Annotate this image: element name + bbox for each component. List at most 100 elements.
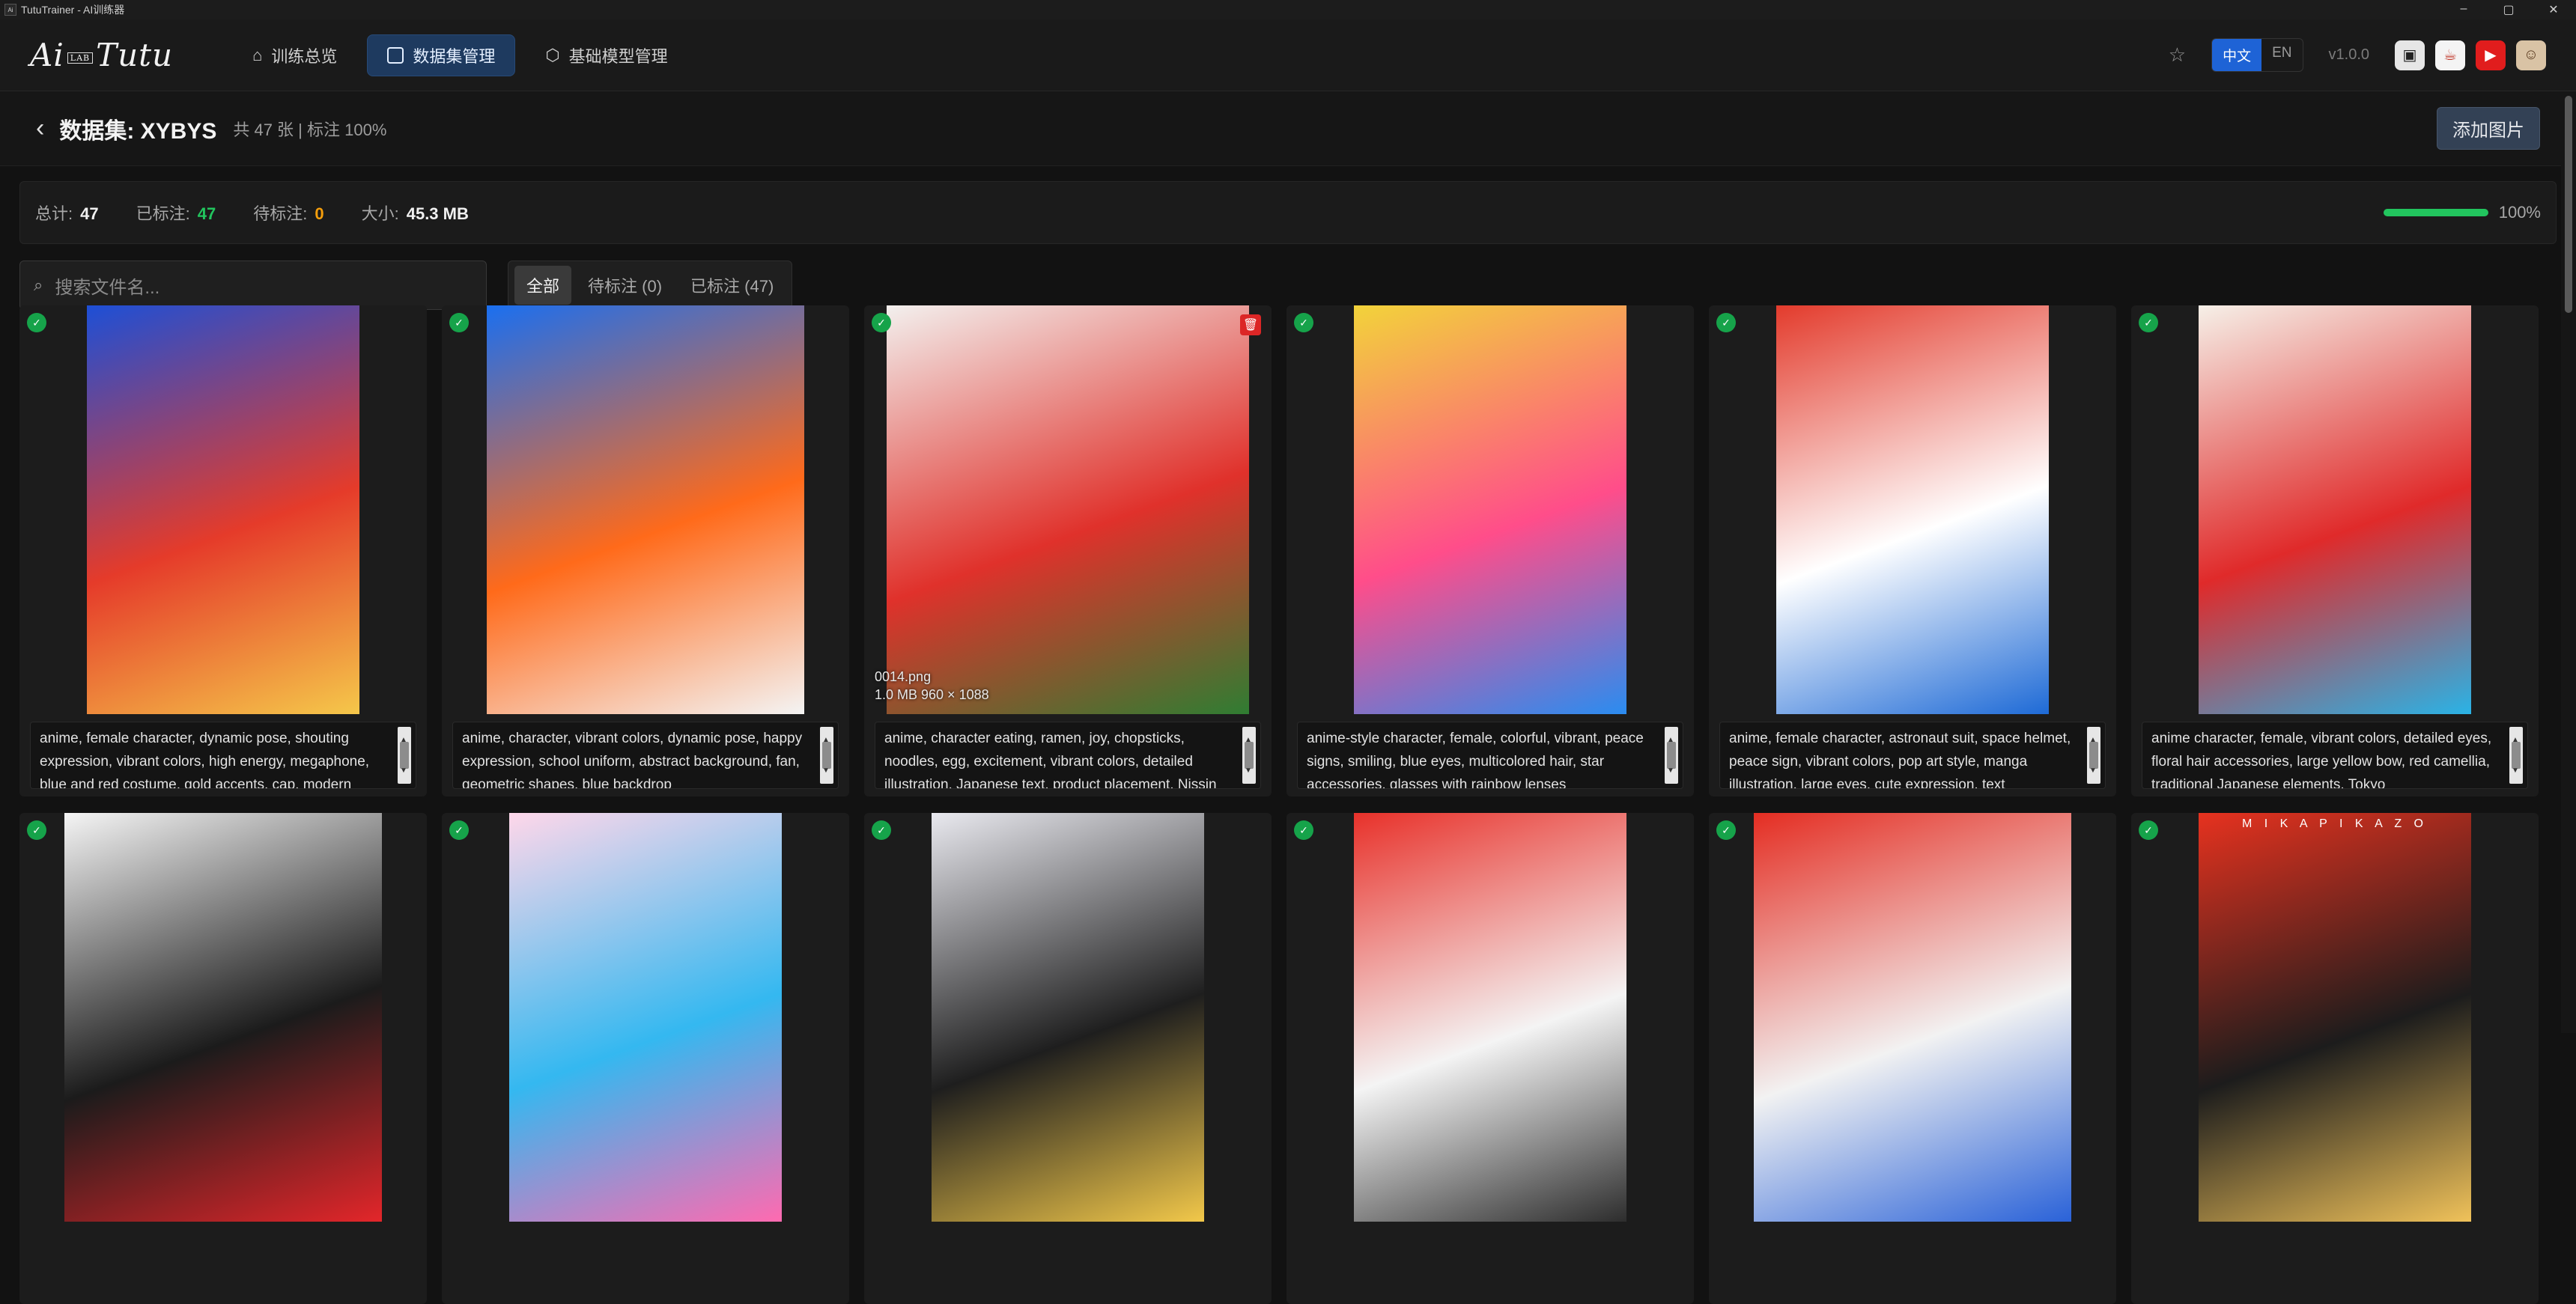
caption-textarea[interactable]: anime, female character, dynamic pose, s… bbox=[30, 722, 416, 789]
avatar[interactable]: ☺ bbox=[2516, 40, 2546, 70]
image-thumbnail[interactable]: ✓ bbox=[1287, 813, 1694, 1222]
caption-scroll-thumb[interactable] bbox=[400, 742, 409, 769]
images-icon bbox=[387, 46, 404, 64]
stat-size-value: 45.3 MB bbox=[406, 204, 469, 223]
close-icon[interactable]: ✕ bbox=[2531, 2, 2576, 17]
caption-textarea[interactable]: anime, character eating, ramen, joy, cho… bbox=[875, 722, 1261, 789]
image-card[interactable]: ✓ bbox=[442, 813, 849, 1304]
coffee-icon[interactable]: ☕ bbox=[2435, 40, 2465, 70]
image-thumbnail[interactable]: ✓ bbox=[19, 305, 427, 714]
stat-tagged: 已标注: 47 bbox=[136, 201, 216, 225]
image-card[interactable]: ✓ anime-style character, female, colorfu… bbox=[1287, 305, 1694, 796]
filter-all[interactable]: 全部 bbox=[514, 266, 572, 305]
star-icon[interactable]: ☆ bbox=[2169, 43, 2186, 67]
caption-textarea[interactable]: anime, female character, astronaut suit,… bbox=[1719, 722, 2106, 789]
caption-scroll-thumb[interactable] bbox=[822, 742, 831, 769]
back-arrow-icon[interactable]: ‹ bbox=[36, 114, 44, 143]
stats-bar: 总计: 47 已标注: 47 待标注: 0 大小: 45.3 MB 100% bbox=[19, 181, 2557, 244]
tagged-check-icon: ✓ bbox=[872, 820, 891, 840]
image-card[interactable]: ✓ 🗑 0014.png 1.0 MB 960 × 1088 anime, ch… bbox=[864, 305, 1272, 796]
image-card[interactable]: ✓ bbox=[864, 813, 1272, 1304]
tab-training-overview[interactable]: ⌂ 训练总览 bbox=[233, 34, 356, 76]
image-thumbnail[interactable]: ✓ M I K A P I K A Z O bbox=[2131, 813, 2539, 1222]
stat-tagged-value: 47 bbox=[197, 204, 216, 223]
image-card[interactable]: ✓ anime, character, vibrant colors, dyna… bbox=[442, 305, 849, 796]
caption-textarea[interactable]: anime character, female, vibrant colors,… bbox=[2142, 722, 2528, 789]
stat-pending-label: 待标注: bbox=[253, 204, 308, 223]
lang-zh-button[interactable]: 中文 bbox=[2212, 39, 2262, 71]
app-logo: Ai LAB Tutu bbox=[30, 37, 173, 73]
progress-percent: 100% bbox=[2498, 203, 2541, 222]
dataset-header: ‹ 数据集: XYBYS 共 47 张 | 标注 100% 添加图片 bbox=[0, 91, 2576, 166]
image-card[interactable]: ✓ bbox=[1709, 813, 2116, 1304]
image-card[interactable]: ✓ anime, female character, dynamic pose,… bbox=[19, 305, 427, 796]
image-thumbnail[interactable]: ✓ bbox=[1287, 305, 1694, 714]
bilibili-icon[interactable]: ▣ bbox=[2395, 40, 2425, 70]
image-card[interactable]: ✓ bbox=[1287, 813, 1694, 1304]
tab-base-model-management[interactable]: ⬡ 基础模型管理 bbox=[526, 34, 687, 76]
caption-scroll-thumb[interactable] bbox=[2512, 742, 2521, 769]
caption-text: anime, female character, dynamic pose, s… bbox=[40, 731, 370, 789]
stat-size: 大小: 45.3 MB bbox=[362, 201, 469, 225]
language-switch: 中文 EN bbox=[2211, 38, 2303, 72]
lang-en-button[interactable]: EN bbox=[2261, 39, 2302, 71]
caption-text: anime, female character, astronaut suit,… bbox=[1729, 731, 2071, 789]
youtube-icon[interactable]: ▶ bbox=[2476, 40, 2506, 70]
artwork-image bbox=[487, 305, 804, 714]
file-info: 0014.png 1.0 MB 960 × 1088 bbox=[875, 668, 989, 704]
tab-label: 训练总览 bbox=[271, 46, 338, 66]
tagged-check-icon: ✓ bbox=[2139, 313, 2158, 332]
filter-tagged[interactable]: 已标注 (47) bbox=[678, 266, 786, 305]
caption-scroll-thumb[interactable] bbox=[1667, 742, 1676, 769]
stat-total-value: 47 bbox=[80, 204, 99, 223]
filter-pending[interactable]: 待标注 (0) bbox=[576, 266, 674, 305]
version-label: v1.0.0 bbox=[2328, 46, 2369, 63]
image-thumbnail[interactable]: ✓ bbox=[442, 813, 849, 1222]
progress-fill bbox=[2383, 209, 2488, 216]
page-scrollbar[interactable] bbox=[2561, 91, 2576, 1033]
tab-label: 数据集管理 bbox=[413, 46, 496, 66]
image-card[interactable]: ✓ M I K A P I K A Z O bbox=[2131, 813, 2539, 1304]
image-thumbnail[interactable]: ✓ bbox=[1709, 813, 2116, 1222]
image-card[interactable]: ✓ anime, female character, astronaut sui… bbox=[1709, 305, 2116, 796]
caption-scrollbar[interactable] bbox=[820, 727, 833, 784]
caption-textarea[interactable]: anime-style character, female, colorful,… bbox=[1297, 722, 1683, 789]
image-thumbnail[interactable]: ✓ bbox=[864, 813, 1272, 1222]
delete-icon[interactable]: 🗑 bbox=[1240, 314, 1261, 335]
tagged-check-icon: ✓ bbox=[2139, 820, 2158, 840]
image-thumbnail[interactable]: ✓ bbox=[1709, 305, 2116, 714]
tagged-check-icon: ✓ bbox=[1716, 820, 1736, 840]
artwork-image bbox=[1354, 305, 1626, 714]
caption-scrollbar[interactable] bbox=[1665, 727, 1678, 784]
scrollbar-thumb[interactable] bbox=[2565, 96, 2572, 313]
search-placeholder: 搜索文件名... bbox=[55, 277, 160, 298]
minimize-icon[interactable]: – bbox=[2441, 2, 2486, 17]
caption-scrollbar[interactable] bbox=[2087, 727, 2100, 784]
caption-scrollbar[interactable] bbox=[1242, 727, 1256, 784]
add-image-button[interactable]: 添加图片 bbox=[2437, 107, 2540, 150]
image-thumbnail[interactable]: ✓ bbox=[19, 813, 427, 1222]
artwork-image bbox=[932, 813, 1204, 1222]
caption-scroll-thumb[interactable] bbox=[2089, 742, 2098, 769]
search-input[interactable]: ⌕ 搜索文件名... bbox=[19, 261, 487, 310]
caption-scrollbar[interactable] bbox=[2509, 727, 2523, 784]
image-thumbnail[interactable]: ✓ bbox=[442, 305, 849, 714]
image-card[interactable]: ✓ anime character, female, vibrant color… bbox=[2131, 305, 2539, 796]
image-thumbnail[interactable]: ✓ bbox=[2131, 305, 2539, 714]
artwork-image bbox=[2199, 813, 2471, 1222]
caption-scroll-thumb[interactable] bbox=[1245, 742, 1254, 769]
caption-textarea[interactable]: anime, character, vibrant colors, dynami… bbox=[452, 722, 839, 789]
maximize-icon[interactable]: ▢ bbox=[2486, 2, 2531, 17]
file-name: 0014.png bbox=[875, 669, 932, 685]
image-thumbnail[interactable]: ✓ 🗑 0014.png 1.0 MB 960 × 1088 bbox=[864, 305, 1272, 714]
stat-total: 总计: 47 bbox=[35, 201, 99, 225]
image-card[interactable]: ✓ bbox=[19, 813, 427, 1304]
tagging-progress: 100% bbox=[2383, 203, 2541, 222]
app-icon: Ai bbox=[4, 4, 16, 16]
status-filter: 全部 待标注 (0) 已标注 (47) bbox=[508, 261, 793, 310]
tagged-check-icon: ✓ bbox=[1294, 820, 1313, 840]
artwork-image bbox=[64, 813, 382, 1222]
stat-tagged-label: 已标注: bbox=[136, 204, 190, 223]
caption-scrollbar[interactable] bbox=[398, 727, 411, 784]
tab-dataset-management[interactable]: 数据集管理 bbox=[367, 34, 516, 76]
